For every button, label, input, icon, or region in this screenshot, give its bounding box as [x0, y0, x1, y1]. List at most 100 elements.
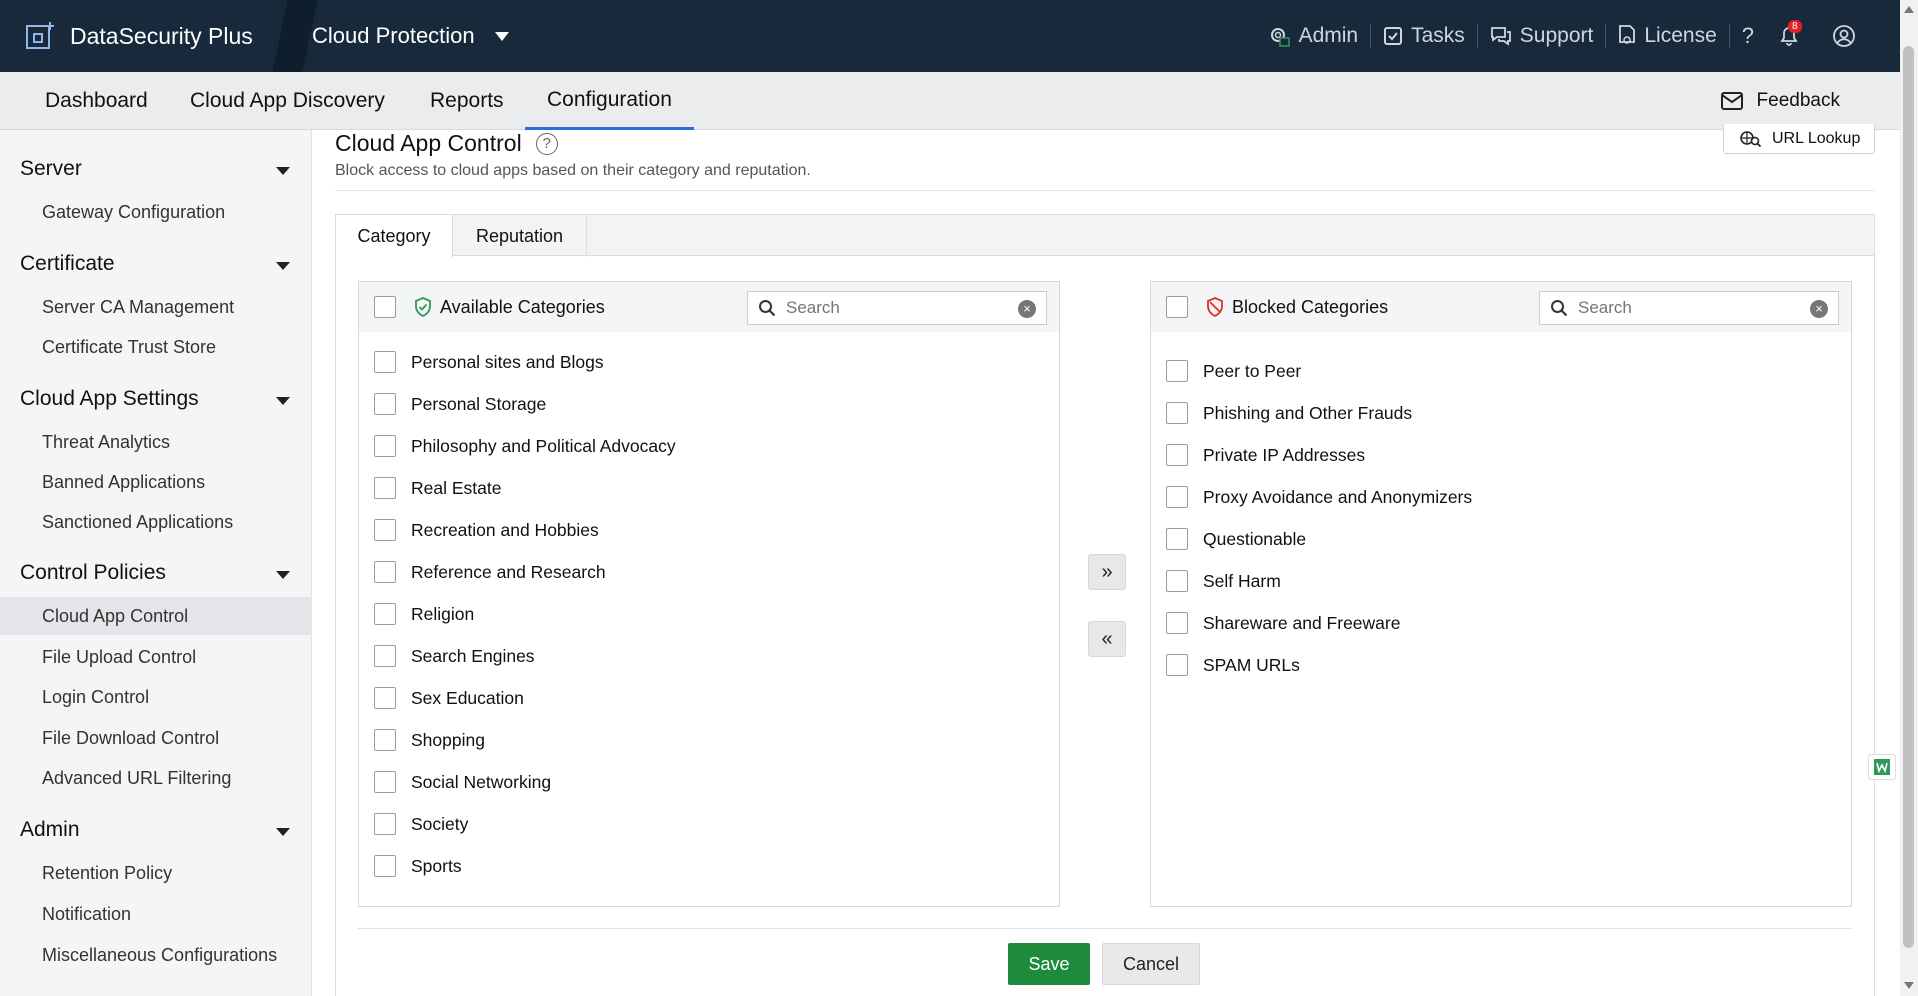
- category-label: Phishing and Other Frauds: [1203, 402, 1413, 423]
- category-row[interactable]: Shareware and Freeware: [1166, 608, 1400, 638]
- category-row[interactable]: Shopping: [374, 725, 485, 755]
- category-checkbox[interactable]: [1166, 444, 1188, 466]
- category-checkbox[interactable]: [374, 645, 396, 667]
- sidebar-item-file-upload-control[interactable]: File Upload Control: [0, 638, 312, 676]
- save-button[interactable]: Save: [1008, 943, 1090, 985]
- scrollbar-thumb[interactable]: [1903, 46, 1914, 948]
- tab-cloud-app-discovery[interactable]: Cloud App Discovery: [190, 72, 385, 130]
- sidebar-item-gateway-configuration[interactable]: Gateway Configuration: [0, 193, 312, 231]
- category-checkbox[interactable]: [1166, 486, 1188, 508]
- available-search-input[interactable]: [786, 298, 1006, 318]
- tab-dashboard[interactable]: Dashboard: [45, 72, 148, 130]
- select-all-blocked-checkbox[interactable]: [1166, 296, 1188, 318]
- category-row[interactable]: Proxy Avoidance and Anonymizers: [1166, 482, 1472, 512]
- section-label: Cloud App Settings: [20, 387, 199, 410]
- move-to-blocked-button[interactable]: »: [1088, 554, 1126, 590]
- sidebar-section-admin[interactable]: Admin: [20, 818, 300, 842]
- help-icon[interactable]: ?: [535, 132, 558, 155]
- category-checkbox[interactable]: [374, 771, 396, 793]
- category-row[interactable]: Questionable: [1166, 524, 1306, 554]
- available-title: Available Categories: [414, 297, 605, 318]
- category-checkbox[interactable]: [1166, 612, 1188, 634]
- clear-search-icon[interactable]: ×: [1018, 300, 1036, 318]
- category-row[interactable]: Religion: [374, 599, 474, 629]
- clear-search-icon[interactable]: ×: [1810, 300, 1828, 318]
- category-checkbox[interactable]: [374, 519, 396, 541]
- brand[interactable]: DataSecurity Plus: [24, 0, 253, 72]
- product-switcher[interactable]: Cloud Protection: [312, 0, 509, 72]
- category-row[interactable]: SPAM URLs: [1166, 650, 1300, 680]
- category-checkbox[interactable]: [374, 729, 396, 751]
- sidebar-item-banned-applications[interactable]: Banned Applications: [0, 463, 312, 501]
- select-all-available-checkbox[interactable]: [374, 296, 396, 318]
- category-checkbox[interactable]: [374, 351, 396, 373]
- tasks-link[interactable]: Tasks: [1371, 24, 1478, 48]
- sidebar-item-login-control[interactable]: Login Control: [0, 678, 312, 716]
- category-row[interactable]: Sex Education: [374, 683, 524, 713]
- category-checkbox[interactable]: [374, 813, 396, 835]
- sidebar-item-miscellaneous-configurations[interactable]: Miscellaneous Configurations: [0, 936, 312, 974]
- url-lookup-button[interactable]: URL Lookup: [1723, 124, 1875, 154]
- sidebar-item-retention-policy[interactable]: Retention Policy: [0, 854, 312, 892]
- feedback-button[interactable]: Feedback: [1720, 72, 1840, 130]
- category-checkbox[interactable]: [1166, 402, 1188, 424]
- chevron-down-icon: [494, 31, 509, 41]
- category-row[interactable]: Personal sites and Blogs: [374, 347, 604, 377]
- tab-category[interactable]: Category: [336, 215, 453, 258]
- category-row[interactable]: Real Estate: [374, 473, 501, 503]
- category-row[interactable]: Recreation and Hobbies: [374, 515, 599, 545]
- category-checkbox[interactable]: [1166, 360, 1188, 382]
- scroll-down-arrow-icon[interactable]: [1904, 982, 1914, 989]
- support-link[interactable]: Support: [1478, 24, 1607, 48]
- category-checkbox[interactable]: [1166, 528, 1188, 550]
- sidebar-section-control-policies[interactable]: Control Policies: [20, 561, 300, 585]
- sidebar-item-threat-analytics[interactable]: Threat Analytics: [0, 423, 312, 461]
- category-row[interactable]: Sports: [374, 851, 462, 881]
- sidebar-item-cloud-app-control[interactable]: Cloud App Control: [0, 597, 312, 635]
- category-checkbox[interactable]: [374, 393, 396, 415]
- category-row[interactable]: Reference and Research: [374, 557, 606, 587]
- tab-reports[interactable]: Reports: [430, 72, 504, 130]
- category-checkbox[interactable]: [1166, 570, 1188, 592]
- category-checkbox[interactable]: [1166, 654, 1188, 676]
- category-checkbox[interactable]: [374, 477, 396, 499]
- sidebar-item-file-download-control[interactable]: File Download Control: [0, 719, 312, 757]
- sidebar-item-advanced-url-filtering[interactable]: Advanced URL Filtering: [0, 759, 312, 797]
- move-to-available-button[interactable]: «: [1088, 621, 1126, 657]
- sidebar-section-server[interactable]: Server: [20, 157, 300, 181]
- license-link[interactable]: License: [1606, 24, 1730, 48]
- sidebar-item-certificate-trust-store[interactable]: Certificate Trust Store: [0, 328, 312, 366]
- category-checkbox[interactable]: [374, 687, 396, 709]
- cancel-button[interactable]: Cancel: [1102, 943, 1200, 985]
- category-row[interactable]: Social Networking: [374, 767, 551, 797]
- tab-reputation[interactable]: Reputation: [453, 215, 587, 257]
- category-row[interactable]: Peer to Peer: [1166, 356, 1301, 386]
- category-checkbox[interactable]: [374, 603, 396, 625]
- extension-widget-icon[interactable]: [1868, 754, 1896, 780]
- notifications-button[interactable]: 8: [1766, 20, 1820, 48]
- category-row[interactable]: Self Harm: [1166, 566, 1281, 596]
- scroll-up-arrow-icon[interactable]: [1904, 6, 1914, 13]
- category-row[interactable]: Private IP Addresses: [1166, 440, 1365, 470]
- category-label: Personal sites and Blogs: [411, 351, 604, 372]
- caret-down-icon: [276, 571, 290, 579]
- user-profile-button[interactable]: [1820, 24, 1876, 48]
- help-link[interactable]: ?: [1730, 23, 1766, 48]
- category-checkbox[interactable]: [374, 855, 396, 877]
- sidebar-item-server-ca-management[interactable]: Server CA Management: [0, 288, 312, 326]
- blocked-search-input[interactable]: [1578, 298, 1798, 318]
- category-checkbox[interactable]: [374, 561, 396, 583]
- category-row[interactable]: Search Engines: [374, 641, 535, 671]
- category-checkbox[interactable]: [374, 435, 396, 457]
- page-scrollbar[interactable]: [1900, 0, 1918, 996]
- category-row[interactable]: Society: [374, 809, 468, 839]
- tab-configuration[interactable]: Configuration: [525, 72, 694, 130]
- admin-link[interactable]: Admin: [1255, 24, 1372, 48]
- category-row[interactable]: Philosophy and Political Advocacy: [374, 431, 676, 461]
- category-row[interactable]: Personal Storage: [374, 389, 546, 419]
- category-row[interactable]: Phishing and Other Frauds: [1166, 398, 1412, 428]
- sidebar-item-sanctioned-applications[interactable]: Sanctioned Applications: [0, 503, 312, 541]
- sidebar-section-certificate[interactable]: Certificate: [20, 252, 300, 276]
- sidebar-item-notification[interactable]: Notification: [0, 895, 312, 933]
- sidebar-section-cloud-app-settings[interactable]: Cloud App Settings: [20, 387, 300, 411]
